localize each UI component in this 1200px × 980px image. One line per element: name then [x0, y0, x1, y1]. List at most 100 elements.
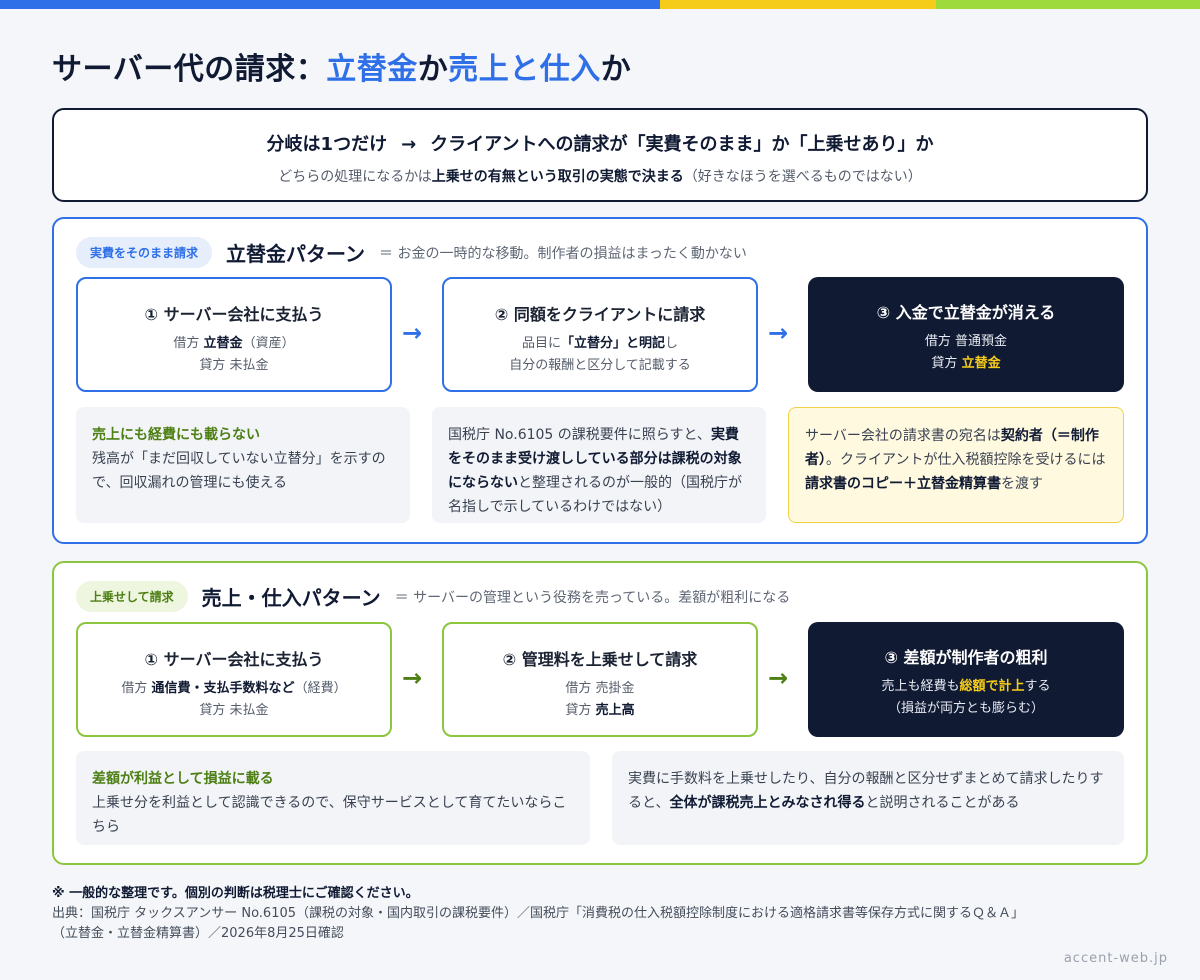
step-text-bold: 立替金 — [203, 336, 243, 351]
section-header: 実費をそのまま請求 立替金パターン ＝ お金の一時的な移動。制作者の損益はまった… — [76, 237, 747, 268]
right-arrow-icon: → — [768, 664, 789, 692]
step-card-3: ③ 差額が制作者の粗利 売上も経費も総額で計上する （損益が両方とも膨らむ） — [808, 622, 1124, 737]
step-title: ① サーバー会社に支払う — [144, 650, 324, 669]
footer-source-cont: （立替金・立替金精算書）／2026年8月25日確認 — [52, 926, 344, 941]
note-text-bold: 全体が課税売上とみなされ得る — [669, 795, 866, 811]
step-line: 借方 立替金（資産） — [78, 333, 390, 355]
step-line: 借方 普通預金 — [808, 331, 1124, 353]
step-line: 売上も経費も総額で計上する — [808, 676, 1124, 698]
section-title: 売上・仕入パターン — [201, 586, 381, 610]
footer: ※ 一般的な整理です。個別の判断は税理士にご確認ください。 出典：国税庁 タック… — [52, 884, 1024, 944]
step-text-highlight: 立替金 — [961, 356, 1001, 371]
step-text: 借方 — [173, 336, 204, 351]
section-pill: 実費をそのまま請求 — [76, 237, 213, 268]
step-text-bold: 「立替分」と明記 — [560, 336, 665, 351]
summary-right: クライアントへの請求が「実費そのまま」か「上乗せあり」か — [430, 134, 934, 155]
step-text: （損益が両方とも膨らむ） — [887, 701, 1044, 716]
step-text-bold: 通信費・支払手数料など — [151, 681, 295, 696]
title-part2: 立替金 — [326, 52, 418, 87]
note-body: 残高が「まだ回収していない立替分」を示すので、回収漏れの管理にも使える — [92, 451, 386, 491]
step-text: （資産） — [242, 336, 295, 351]
note-card-2: 実費に手数料を上乗せしたり、自分の報酬と区分せずまとめて請求したりすると、全体が… — [612, 751, 1124, 845]
step-text-highlight: 総額で計上 — [959, 679, 1025, 694]
note-text: を渡す — [1001, 476, 1043, 492]
step-title: ③ 入金で立替金が消える — [876, 303, 1056, 322]
step-card-1: ① サーバー会社に支払う 借方 立替金（資産） 貸方 未払金 — [76, 277, 392, 392]
summary-headline: 分岐は1つだけ → クライアントへの請求が「実費そのまま」か「上乗せあり」か — [54, 130, 1146, 156]
summary-sub-pre: どちらの処理になるかは — [278, 169, 432, 185]
step-line: 貸方 売上高 — [444, 700, 756, 722]
right-arrow-icon: → — [402, 319, 423, 347]
note-text-bold: 請求書のコピー＋立替金精算書 — [805, 476, 1001, 492]
step-text: 貸方 未払金 — [199, 358, 269, 373]
step-text: し — [665, 336, 679, 351]
note-heading: 差額が利益として損益に載る — [92, 771, 274, 787]
step-text: 貸方 未払金 — [199, 703, 269, 718]
summary-sub-post: （好きなほうを選べるものではない） — [683, 169, 922, 185]
title-part1: サーバー代の請求： — [52, 52, 327, 87]
step-line: 借方 売掛金 — [444, 678, 756, 700]
right-arrow-icon: → — [768, 319, 789, 347]
note-text: 国税庁 No.6105 の課税要件に照らすと、 — [448, 427, 711, 443]
accent-bar-blue — [0, 0, 660, 9]
note-card-3: サーバー会社の請求書の宛名は契約者（＝制作者）。クライアントが仕入税額控除を受け… — [788, 407, 1124, 523]
section-pill: 上乗せして請求 — [76, 581, 188, 612]
step-text: する — [1024, 679, 1051, 694]
step-text: 自分の報酬と区分して記載する — [509, 358, 691, 373]
summary-subline: どちらの処理になるかは上乗せの有無という取引の実態で決まる（好きなほうを選べるも… — [54, 166, 1146, 186]
section-description: ＝ サーバーの管理という役務を売っている。差額が粗利になる — [394, 589, 791, 606]
note-heading: 売上にも経費にも載らない — [92, 427, 260, 443]
section-tatekae: 実費をそのまま請求 立替金パターン ＝ お金の一時的な移動。制作者の損益はまった… — [52, 217, 1148, 544]
note-card-1: 差額が利益として損益に載る 上乗せ分を利益として認識できるので、保守サービスとし… — [76, 751, 590, 845]
accent-bar-yellow — [660, 0, 936, 9]
site-domain: accent-web.jp — [1063, 951, 1168, 966]
step-text-bold: 売上高 — [595, 703, 635, 718]
step-text: （経費） — [294, 681, 347, 696]
step-line: 貸方 未払金 — [78, 700, 390, 722]
step-text: 借方 普通預金 — [924, 334, 1008, 349]
title-part4: 売上と仕入 — [448, 52, 601, 87]
section-header: 上乗せして請求 売上・仕入パターン ＝ サーバーの管理という役務を売っている。差… — [76, 581, 790, 612]
note-body: 上乗せ分を利益として認識できるので、保守サービスとして育てたいならこちら — [92, 795, 567, 835]
step-line: （損益が両方とも膨らむ） — [808, 698, 1124, 720]
step-card-3: ③ 入金で立替金が消える 借方 普通預金 貸方 立替金 — [808, 277, 1124, 392]
right-arrow-icon: → — [402, 664, 423, 692]
title-part3: か — [417, 52, 449, 87]
step-line: 貸方 未払金 — [78, 355, 390, 377]
step-text: 売上も経費も — [881, 679, 960, 694]
step-line: 品目に「立替分」と明記し — [444, 333, 756, 355]
summary-box: 分岐は1つだけ → クライアントへの請求が「実費そのまま」か「上乗せあり」か どちら… — [52, 108, 1148, 202]
step-line: 貸方 立替金 — [808, 353, 1124, 375]
section-title: 立替金パターン — [226, 242, 366, 266]
note-card-1: 売上にも経費にも載らない 残高が「まだ回収していない立替分」を示すので、回収漏れ… — [76, 407, 410, 523]
summary-left: 分岐は1つだけ — [266, 134, 388, 155]
title-part5: か — [600, 52, 632, 87]
step-text: 借方 売掛金 — [565, 681, 635, 696]
note-text: 。クライアントが仕入税額控除を受けるには — [826, 452, 1106, 468]
top-accent-bar — [0, 0, 1200, 9]
step-card-2: ② 同額をクライアントに請求 品目に「立替分」と明記し 自分の報酬と区分して記載… — [442, 277, 758, 392]
summary-sub-bold: 上乗せの有無という取引の実態で決まる — [431, 169, 684, 185]
step-title: ② 同額をクライアントに請求 — [494, 305, 706, 324]
step-title: ② 管理料を上乗せして請求 — [502, 650, 698, 669]
step-text: 貸方 — [931, 356, 962, 371]
note-card-2: 国税庁 No.6105 の課税要件に照らすと、実費をそのまま受け渡ししている部分… — [432, 407, 766, 523]
footer-disclaimer: ※ 一般的な整理です。個別の判断は税理士にご確認ください。 — [52, 886, 419, 901]
note-text: サーバー会社の請求書の宛名は — [805, 428, 1001, 444]
step-text: 借方 — [121, 681, 152, 696]
note-text: と説明されることがある — [865, 795, 1020, 811]
step-title: ① サーバー会社に支払う — [144, 305, 324, 324]
section-description: ＝ お金の一時的な移動。制作者の損益はまったく動かない — [379, 245, 747, 262]
step-line: 自分の報酬と区分して記載する — [444, 355, 756, 377]
step-line: 借方 通信費・支払手数料など（経費） — [78, 678, 390, 700]
footer-source: 出典：国税庁 タックスアンサー No.6105（課税の対象・国内取引の課税要件）… — [52, 906, 1025, 921]
step-text: 貸方 — [565, 703, 596, 718]
right-arrow-icon: → — [401, 134, 417, 155]
section-uriage-shiire: 上乗せして請求 売上・仕入パターン ＝ サーバーの管理という役務を売っている。差… — [52, 561, 1148, 865]
step-card-2: ② 管理料を上乗せして請求 借方 売掛金 貸方 売上高 — [442, 622, 758, 737]
step-card-1: ① サーバー会社に支払う 借方 通信費・支払手数料など（経費） 貸方 未払金 — [76, 622, 392, 737]
step-title: ③ 差額が制作者の粗利 — [884, 648, 1048, 667]
accent-bar-green — [936, 0, 1200, 9]
page-title: サーバー代の請求：立替金か売上と仕入か — [52, 44, 631, 88]
step-text: 品目に — [521, 336, 561, 351]
